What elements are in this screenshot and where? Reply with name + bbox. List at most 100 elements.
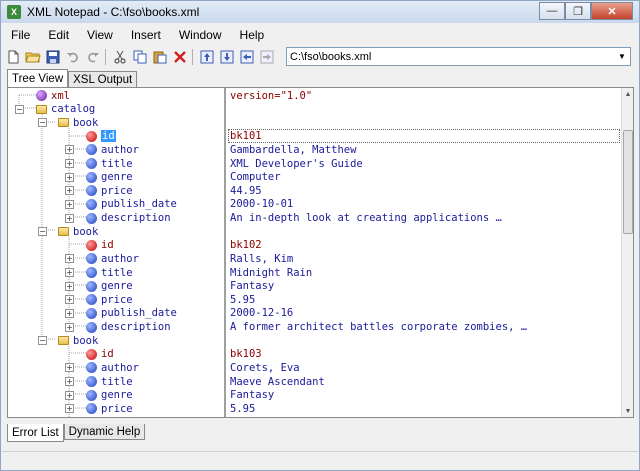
node-value[interactable]: 5.95 <box>230 293 255 306</box>
node-value[interactable]: Maeve Ascendant <box>230 375 325 388</box>
toolbar: C:\fso\books.xml ▼ <box>2 46 638 68</box>
redo-icon[interactable] <box>84 48 102 66</box>
undo-icon[interactable] <box>64 48 82 66</box>
nudge-right-icon[interactable] <box>258 48 276 66</box>
location-combobox[interactable]: C:\fso\books.xml ▼ <box>286 47 631 66</box>
tree-node[interactable]: title <box>101 157 133 170</box>
expand-toggle[interactable]: + <box>65 363 74 373</box>
expand-toggle[interactable]: + <box>65 322 74 332</box>
minimize-button[interactable]: — <box>539 2 565 20</box>
expand-toggle[interactable]: + <box>65 281 74 291</box>
tree-node[interactable]: book <box>73 116 98 129</box>
xml-tree[interactable]: xml − catalog − book id + author + title + genre + pr… <box>8 88 224 417</box>
menu-help[interactable]: Help <box>231 28 274 42</box>
scroll-up-icon[interactable]: ▲ <box>623 88 633 100</box>
tree-node[interactable]: id <box>101 239 114 252</box>
node-value[interactable]: Midnight Rain <box>230 266 312 279</box>
expand-toggle[interactable]: + <box>65 213 74 223</box>
collapse-toggle[interactable]: − <box>38 118 47 128</box>
node-value[interactable]: Corets, Eva <box>230 361 300 374</box>
collapse-toggle[interactable]: − <box>38 227 47 237</box>
cut-icon[interactable] <box>111 48 129 66</box>
tree-node[interactable]: description <box>101 321 171 334</box>
expand-toggle[interactable]: + <box>65 308 74 318</box>
new-file-icon[interactable] <box>4 48 22 66</box>
tree-node[interactable]: price <box>101 293 133 306</box>
nudge-down-icon[interactable] <box>218 48 236 66</box>
expand-toggle[interactable]: + <box>65 199 74 209</box>
tree-node[interactable]: genre <box>101 280 133 293</box>
node-value[interactable]: XML Developer's Guide <box>230 157 363 170</box>
tree-node[interactable]: publish_date <box>101 416 177 417</box>
expand-toggle[interactable]: + <box>65 295 74 305</box>
tab-xsl-output[interactable]: XSL Output <box>68 71 138 87</box>
save-icon[interactable] <box>44 48 62 66</box>
close-button[interactable]: ✕ <box>591 2 633 20</box>
node-value[interactable]: bk102 <box>230 239 262 252</box>
expand-toggle[interactable]: + <box>65 172 74 182</box>
node-value[interactable]: Ralls, Kim <box>230 252 293 265</box>
tree-node[interactable]: publish_date <box>101 198 177 211</box>
nudge-up-icon[interactable] <box>198 48 216 66</box>
node-value[interactable]: A former architect battles corporate zom… <box>230 321 527 334</box>
tree-node[interactable]: book <box>73 225 98 238</box>
node-value[interactable]: An in-depth look at creating application… <box>230 212 502 225</box>
tab-dynamic-help[interactable]: Dynamic Help <box>63 424 146 440</box>
tree-node[interactable]: author <box>101 252 139 265</box>
tab-error-list[interactable]: Error List <box>7 424 64 442</box>
node-value[interactable]: bk103 <box>230 348 262 361</box>
tree-node[interactable]: price <box>101 184 133 197</box>
tree-node[interactable]: genre <box>101 171 133 184</box>
expand-toggle[interactable]: + <box>65 159 74 169</box>
menu-window[interactable]: Window <box>170 28 231 42</box>
expand-toggle[interactable]: + <box>65 145 74 155</box>
expand-toggle[interactable]: + <box>65 268 74 278</box>
tree-node[interactable]: xml <box>51 89 70 102</box>
node-value[interactable]: 44.95 <box>230 184 262 197</box>
tree-node[interactable]: id <box>101 348 114 361</box>
scroll-down-icon[interactable]: ▼ <box>623 405 633 417</box>
collapse-toggle[interactable]: − <box>38 336 47 346</box>
node-value[interactable]: Fantasy <box>230 389 274 402</box>
tree-node[interactable]: id <box>101 130 116 143</box>
paste-icon[interactable] <box>151 48 169 66</box>
node-values[interactable]: version="1.0" bk101 Gambardella, Matthew XM… <box>226 88 622 417</box>
node-value[interactable]: 5.95 <box>230 402 255 415</box>
tree-node[interactable]: title <box>101 266 133 279</box>
delete-icon[interactable] <box>171 48 189 66</box>
tree-node[interactable]: author <box>101 143 139 156</box>
tree-node[interactable]: description <box>101 212 171 225</box>
tree-node[interactable]: price <box>101 402 133 415</box>
node-value[interactable]: 2000-10-01 <box>230 198 293 211</box>
scroll-thumb[interactable] <box>623 130 633 234</box>
expand-toggle[interactable]: + <box>65 254 74 264</box>
node-value[interactable]: Fantasy <box>230 280 274 293</box>
node-value[interactable]: version="1.0" <box>230 89 312 102</box>
menu-file[interactable]: File <box>2 28 39 42</box>
expand-toggle[interactable]: + <box>65 404 74 414</box>
tree-node[interactable]: author <box>101 361 139 374</box>
node-value[interactable]: 2000-11-17 <box>230 416 293 417</box>
maximize-button[interactable]: ❐ <box>565 2 591 20</box>
chevron-down-icon[interactable]: ▼ <box>616 50 628 63</box>
expand-toggle[interactable]: + <box>65 186 74 196</box>
node-value[interactable]: Gambardella, Matthew <box>230 143 356 156</box>
menu-insert[interactable]: Insert <box>122 28 170 42</box>
tree-node[interactable]: title <box>101 375 133 388</box>
open-folder-icon[interactable] <box>24 48 42 66</box>
node-value[interactable]: Computer <box>230 171 281 184</box>
vertical-scrollbar[interactable]: ▲ ▼ <box>621 88 633 417</box>
tree-node[interactable]: catalog <box>51 103 95 116</box>
node-value[interactable]: 2000-12-16 <box>230 307 293 320</box>
tree-node[interactable]: book <box>73 334 98 347</box>
tab-tree-view[interactable]: Tree View <box>7 69 69 87</box>
tree-node[interactable]: publish_date <box>101 307 177 320</box>
expand-toggle[interactable]: + <box>65 390 74 400</box>
menu-view[interactable]: View <box>78 28 122 42</box>
copy-icon[interactable] <box>131 48 149 66</box>
expand-toggle[interactable]: + <box>65 377 74 387</box>
tree-node[interactable]: genre <box>101 389 133 402</box>
nudge-left-icon[interactable] <box>238 48 256 66</box>
collapse-toggle[interactable]: − <box>15 104 24 114</box>
menu-edit[interactable]: Edit <box>39 28 78 42</box>
